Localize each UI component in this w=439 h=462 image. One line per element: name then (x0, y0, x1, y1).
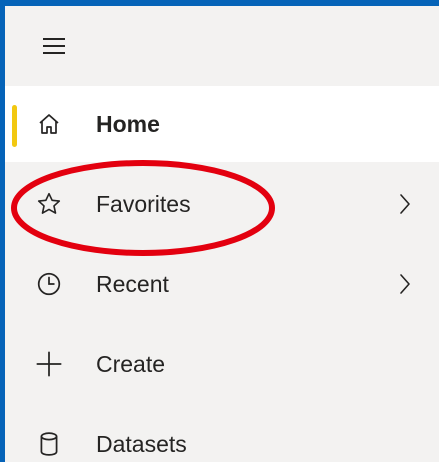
chevron-right-icon[interactable] (395, 191, 415, 217)
database-icon (35, 430, 63, 458)
nav-item-favorites[interactable]: Favorites (5, 166, 439, 242)
active-indicator (12, 105, 17, 147)
nav-item-recent[interactable]: Recent (5, 246, 439, 322)
nav-pane: Home Favorites Recent Create Datasets (5, 6, 439, 462)
star-icon (35, 190, 63, 218)
chevron-right-icon[interactable] (395, 271, 415, 297)
nav-label-datasets: Datasets (96, 431, 187, 457)
nav-item-home[interactable]: Home (5, 86, 439, 162)
nav-label-favorites: Favorites (96, 191, 191, 217)
nav-label-home: Home (96, 111, 160, 137)
nav-item-datasets[interactable]: Datasets (5, 406, 439, 462)
home-icon (35, 110, 63, 138)
nav-label-create: Create (96, 351, 166, 377)
nav-label-recent: Recent (96, 271, 169, 297)
nav-item-create[interactable]: Create (5, 326, 439, 402)
hamburger-menu-icon (43, 38, 65, 54)
clock-icon (35, 270, 63, 298)
plus-icon (35, 350, 63, 378)
hamburger-menu-button[interactable] (36, 32, 72, 60)
